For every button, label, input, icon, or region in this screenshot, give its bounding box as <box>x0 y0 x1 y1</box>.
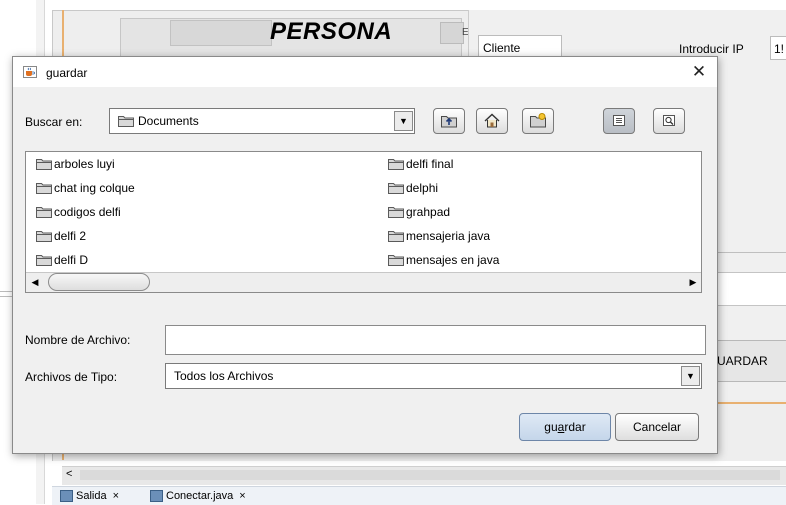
folder-icon <box>388 231 404 242</box>
background-text-area[interactable] <box>716 272 786 306</box>
dialog-title: guardar <box>46 66 88 80</box>
chevron-down-icon[interactable]: ▼ <box>681 366 700 386</box>
background-title: PERSONA <box>270 18 393 45</box>
details-view-icon <box>663 115 675 126</box>
scrollbar-thumb[interactable] <box>48 273 150 291</box>
new-folder-button[interactable] <box>522 108 554 134</box>
cliente-label: Cliente <box>483 41 521 55</box>
folder-icon <box>388 183 404 194</box>
file-name: delfi 2 <box>54 229 87 243</box>
scroll-right-icon[interactable]: ▶ <box>686 275 700 289</box>
folder-icon <box>388 159 404 170</box>
folder-icon <box>36 183 52 194</box>
folder-icon <box>36 159 52 170</box>
save-label-pre: gu <box>544 420 558 434</box>
folder-icon <box>36 231 52 242</box>
horizontal-scrollbar[interactable]: ◀ ▶ <box>26 272 701 292</box>
look-in-value: Documents <box>138 114 199 128</box>
folder-icon <box>388 207 404 218</box>
chevron-down-icon[interactable]: ▼ <box>394 111 413 131</box>
file-name: delfi D <box>54 253 89 267</box>
folder-icon <box>118 116 134 127</box>
look-in-dropdown[interactable]: Documents ▼ <box>109 108 415 134</box>
list-view-icon <box>613 115 625 126</box>
tab-salida[interactable]: Salida × <box>60 490 119 504</box>
look-in-label: Buscar en: <box>25 115 83 129</box>
background-scroll-track[interactable] <box>80 470 780 480</box>
tab-label: Salida <box>76 490 107 502</box>
file-name: delfi final <box>406 157 454 171</box>
tab-conectar-java[interactable]: Conectar.java × <box>150 490 246 504</box>
save-dialog: guardar ✕ Buscar en: Documents ▼ arboles… <box>12 56 718 454</box>
background-guardar-label: UARDAR <box>717 354 768 368</box>
background-divider <box>716 252 786 253</box>
folder-icon <box>36 207 52 218</box>
java-cup-icon <box>23 66 37 78</box>
details-view-button[interactable] <box>653 108 685 134</box>
filetype-label: Archivos de Tipo: <box>25 370 118 384</box>
list-view-button[interactable] <box>603 108 635 134</box>
home-icon <box>484 113 500 128</box>
close-tab-icon[interactable]: × <box>239 490 245 502</box>
folder-icon <box>388 255 404 266</box>
file-name: grahpad <box>406 205 451 219</box>
save-button[interactable]: guardar <box>519 413 611 441</box>
file-name: arboles luyi <box>54 157 115 171</box>
scroll-left-icon[interactable]: ◀ <box>28 275 42 289</box>
background-accent-line <box>716 402 786 404</box>
file-name: mensajeria java <box>406 229 491 243</box>
close-icon[interactable]: ✕ <box>685 60 713 84</box>
new-folder-icon <box>530 113 546 128</box>
file-name: chat ing colque <box>54 181 135 195</box>
scroll-left-arrow-icon[interactable]: < <box>66 468 72 480</box>
cancel-button[interactable]: Cancelar <box>615 413 699 441</box>
ip-input[interactable]: 1! <box>770 36 786 60</box>
filetype-value: Todos los Archivos <box>174 369 274 383</box>
close-tab-icon[interactable]: × <box>113 490 119 502</box>
background-guardar-button[interactable]: UARDAR <box>716 340 786 382</box>
ip-value: 1! <box>774 42 785 56</box>
file-list[interactable]: arboles luyi chat ing colque codigos delfi… <box>25 151 702 293</box>
filename-label: Nombre de Archivo: <box>25 333 131 347</box>
filetype-dropdown[interactable]: Todos los Archivos ▼ <box>165 363 702 389</box>
output-window-icon <box>60 490 73 503</box>
up-one-level-button[interactable] <box>433 108 465 134</box>
dialog-titlebar[interactable]: guardar ✕ <box>13 57 717 87</box>
intro-ip-label: Introducir IP <box>679 42 744 56</box>
java-file-icon <box>150 490 163 503</box>
file-name: mensajes en java <box>406 253 500 267</box>
file-name: codigos delfi <box>54 205 121 219</box>
filename-input[interactable] <box>165 325 706 355</box>
home-button[interactable] <box>476 108 508 134</box>
folder-icon <box>36 255 52 266</box>
save-label-post: rdar <box>564 420 586 434</box>
tab-label: Conectar.java <box>166 490 234 502</box>
file-name: delphi <box>406 181 439 195</box>
background-form-field <box>170 20 272 46</box>
up-one-level-icon <box>441 116 457 128</box>
background-separator <box>440 22 464 44</box>
